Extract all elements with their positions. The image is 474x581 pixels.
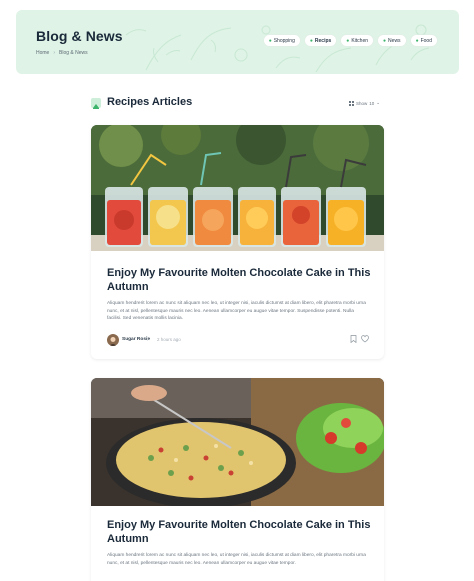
show-count-select[interactable]: Show 10 ⌄ (348, 100, 380, 106)
chevron-down-icon: ⌄ (376, 100, 380, 105)
page-hero: Blog & News Home › Blog & News ● Shoppin… (16, 10, 459, 74)
show-value: 10 (369, 100, 375, 106)
article-excerpt: Aliquam hendrerit lorem ac nunc sit aliq… (107, 301, 366, 321)
avatar[interactable] (107, 334, 119, 346)
section-title: Recipes Articles (107, 96, 193, 108)
bullet-icon: ● (346, 37, 350, 44)
section-header: Recipes Articles Show 10 ⌄ (91, 96, 384, 110)
category-label: Recips (314, 37, 332, 44)
show-label: Show (355, 100, 368, 106)
article-title[interactable]: Enjoy My Favourite Molten Chocolate Cake… (107, 518, 377, 546)
bullet-icon: ● (415, 37, 419, 44)
category-pill-shopping[interactable]: ● Shopping (263, 35, 300, 46)
breadcrumb: Home › Blog & News (36, 50, 88, 56)
breadcrumb-current: Blog & News (59, 50, 88, 56)
article-card[interactable]: Enjoy My Favourite Molten Chocolate Cake… (91, 378, 384, 581)
category-pill-kitchen[interactable]: ● Kitchen (341, 35, 374, 46)
bullet-icon: ● (383, 37, 387, 44)
article-card[interactable]: Enjoy My Favourite Molten Chocolate Cake… (91, 125, 384, 359)
recipes-icon (91, 98, 101, 109)
bullet-icon: ● (268, 37, 272, 44)
article-actions (350, 335, 369, 343)
category-label: Shopping (273, 37, 295, 44)
author-name[interactable]: Sugar Rosie (122, 337, 150, 342)
article-meta: Sugar Rosie | 2 hours ago (107, 334, 369, 346)
heart-icon[interactable] (361, 335, 369, 343)
meta-separator: | (147, 337, 149, 342)
page-title: Blog & News (36, 28, 123, 44)
post-time: 2 hours ago (157, 337, 181, 342)
bullet-icon: ● (309, 37, 313, 44)
breadcrumb-separator-icon: › (53, 50, 56, 56)
category-filter: ● Shopping ● Recips ● Kitchen ● News ● F… (263, 35, 437, 46)
category-label: Food (420, 37, 432, 44)
category-pill-news[interactable]: ● News (378, 35, 406, 46)
category-label: News (388, 37, 401, 44)
category-label: Kitchen (351, 37, 369, 44)
article-image-cooking-pan[interactable] (91, 378, 384, 506)
article-excerpt: Aliquam hendrerit lorem ac nunc sit aliq… (107, 553, 366, 566)
grid-icon (348, 100, 354, 106)
article-image-infused-water-jars[interactable] (91, 125, 384, 251)
category-pill-food[interactable]: ● Food (410, 35, 437, 46)
breadcrumb-home-link[interactable]: Home (36, 50, 49, 56)
article-title[interactable]: Enjoy My Favourite Molten Chocolate Cake… (107, 266, 377, 294)
category-pill-recips[interactable]: ● Recips (304, 35, 337, 46)
bookmark-icon[interactable] (350, 335, 357, 343)
